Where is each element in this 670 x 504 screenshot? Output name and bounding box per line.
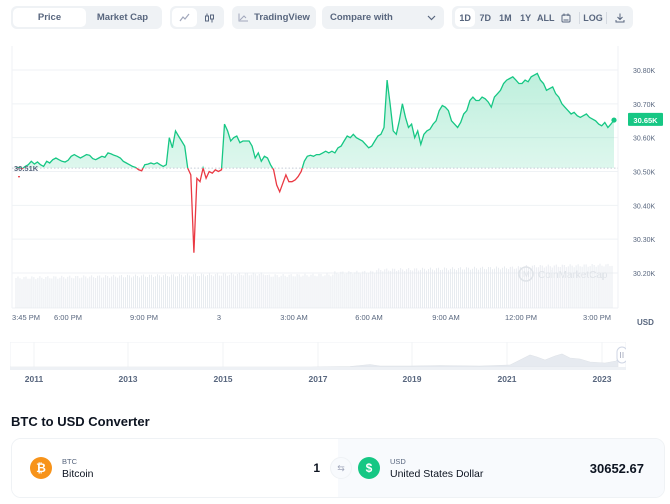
y-tick-label: 30.20K bbox=[633, 271, 656, 278]
tradingview-button[interactable]: TradingView bbox=[232, 6, 316, 29]
navigator-handle[interactable] bbox=[616, 346, 628, 364]
navigator-year-label: 2021 bbox=[497, 374, 517, 384]
price-area-up bbox=[16, 73, 614, 169]
current-price-label: 30.65K bbox=[633, 116, 658, 125]
candlestick-icon bbox=[205, 13, 214, 22]
from-symbol: BTC bbox=[62, 456, 77, 466]
range-7d[interactable]: 7D bbox=[475, 8, 495, 27]
download-icon bbox=[615, 13, 625, 22]
price-chart[interactable]: M CoinMarketCap 30.20K 30.30K 30.40K 30.50K… bbox=[0, 36, 670, 336]
navigator-year-label: 2019 bbox=[402, 374, 422, 384]
converter-title: BTC to USD Converter bbox=[11, 414, 150, 429]
time-range-selector: 1D 7D 1M 1Y ALL LOG bbox=[452, 6, 633, 29]
chart-toolbar: Price Market Cap TradingView Compare wit… bbox=[11, 6, 660, 29]
y-tick-label: 30.40K bbox=[633, 203, 656, 210]
range-1d[interactable]: 1D bbox=[455, 8, 476, 27]
range-navigator[interactable] bbox=[9, 341, 628, 371]
to-name: United States Dollar bbox=[390, 467, 484, 480]
navigator-year-label: 2015 bbox=[213, 374, 233, 384]
y-tick-label: 30.60K bbox=[633, 136, 656, 143]
candlestick-button[interactable] bbox=[197, 8, 222, 27]
range-1y[interactable]: 1Y bbox=[516, 8, 536, 27]
toolbar-divider bbox=[579, 11, 580, 24]
x-tick-label: 3 bbox=[217, 313, 221, 322]
tradingview-icon bbox=[238, 13, 249, 22]
converter-to: $ USD United States Dollar 30652.67 bbox=[338, 439, 664, 497]
chevron-down-icon bbox=[427, 15, 436, 20]
baseline-marker bbox=[18, 176, 20, 178]
navigator-year-label: 2013 bbox=[118, 374, 138, 384]
chart-type-toggle bbox=[170, 6, 224, 29]
svg-text:M: M bbox=[523, 270, 530, 279]
navigator-year-label: 2017 bbox=[308, 374, 328, 384]
y-tick-label: 30.70K bbox=[633, 102, 656, 109]
price-chart-svg: M CoinMarketCap 30.20K 30.30K 30.40K 30.50K… bbox=[11, 46, 663, 327]
date-picker-button[interactable] bbox=[556, 8, 576, 27]
navigator-year-label: 2023 bbox=[592, 374, 612, 384]
compare-with-dropdown[interactable]: Compare with bbox=[322, 6, 444, 29]
x-tick-label: 3:45 PM bbox=[12, 313, 40, 322]
navigator-year-labels: 2011 2013 2015 2017 2019 2021 2023 bbox=[0, 374, 670, 386]
compare-with-label: Compare with bbox=[330, 12, 393, 23]
y-tick-label: 30.80K bbox=[633, 68, 656, 75]
navigator-baseline bbox=[10, 367, 626, 370]
to-amount-output[interactable]: 30652.67 bbox=[590, 461, 644, 476]
y-tick-label: 30.30K bbox=[633, 237, 656, 244]
usd-dollar-icon: $ bbox=[358, 457, 380, 479]
navigator-year-label: 2011 bbox=[24, 374, 44, 384]
line-chart-icon bbox=[179, 13, 190, 22]
range-1m[interactable]: 1M bbox=[495, 8, 515, 27]
converter-from: ₿ BTC Bitcoin 1 ⇆ bbox=[12, 439, 352, 497]
x-tick-label: 12:00 PM bbox=[505, 313, 537, 322]
x-tick-label: 6:00 AM bbox=[355, 313, 383, 322]
x-tick-label: 9:00 PM bbox=[130, 313, 158, 322]
x-tick-label: 6:00 PM bbox=[54, 313, 82, 322]
toolbar-divider bbox=[606, 11, 607, 24]
download-button[interactable] bbox=[610, 8, 630, 27]
to-symbol: USD bbox=[390, 456, 406, 466]
baseline-label: 30.51K bbox=[14, 164, 39, 173]
swap-button[interactable]: ⇆ bbox=[330, 457, 352, 479]
navigator-svg bbox=[9, 341, 628, 371]
tab-market-cap[interactable]: Market Cap bbox=[86, 8, 159, 27]
tradingview-label: TradingView bbox=[254, 12, 310, 23]
range-all[interactable]: ALL bbox=[536, 8, 556, 27]
metric-toggle: Price Market Cap bbox=[11, 6, 162, 29]
line-chart-button[interactable] bbox=[172, 8, 197, 27]
x-tick-label: 3:00 AM bbox=[280, 313, 308, 322]
swap-icon: ⇆ bbox=[337, 462, 345, 473]
y-tick-label: 30.50K bbox=[633, 170, 656, 177]
from-amount-input[interactable]: 1 bbox=[313, 461, 320, 475]
x-tick-label: 9:00 AM bbox=[432, 313, 460, 322]
y-unit-label: USD bbox=[637, 318, 654, 327]
converter-card: ₿ BTC Bitcoin 1 ⇆ $ USD United States Do… bbox=[11, 438, 665, 498]
tab-price[interactable]: Price bbox=[13, 8, 86, 27]
log-scale-toggle[interactable]: LOG bbox=[583, 8, 603, 27]
from-name: Bitcoin bbox=[62, 467, 94, 480]
bitcoin-icon: ₿ bbox=[30, 457, 52, 479]
x-tick-label: 3:00 PM bbox=[583, 313, 611, 322]
current-price-dot bbox=[611, 117, 617, 123]
calendar-icon bbox=[561, 13, 571, 22]
watermark-text: CoinMarketCap bbox=[538, 270, 608, 281]
